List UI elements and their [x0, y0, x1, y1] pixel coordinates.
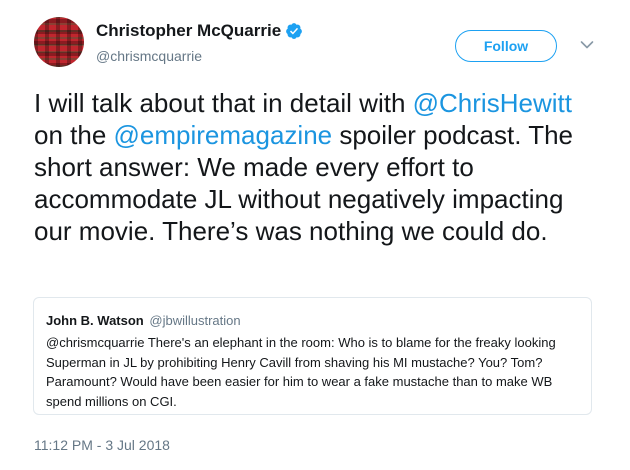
mention-link[interactable]: @empiremagazine	[114, 120, 333, 150]
quoted-tweet-header: John B. Watson @jbwillustration	[46, 312, 579, 330]
quoted-author-name: John B. Watson	[46, 313, 144, 328]
tweet-text: I will talk about that in detail with @C…	[34, 87, 604, 247]
quoted-tweet[interactable]: John B. Watson @jbwillustration @chrismc…	[33, 297, 592, 415]
mention-link[interactable]: @ChrisHewitt	[413, 88, 572, 118]
author-name[interactable]: Christopher McQuarrie	[96, 21, 281, 41]
verified-badge-icon	[286, 23, 303, 39]
quoted-author-handle: @jbwillustration	[149, 313, 241, 328]
avatar[interactable]	[34, 17, 84, 67]
follow-button[interactable]: Follow	[455, 30, 557, 62]
author-handle[interactable]: @chrismcquarrie	[96, 48, 202, 64]
tweet-text-segment: on the	[34, 120, 114, 150]
tweet-card: Christopher McQuarrie @chrismcquarrie Fo…	[0, 0, 630, 470]
tweet-text-segment: I will talk about that in detail with	[34, 88, 413, 118]
tweet-timestamp[interactable]: 11:12 PM - 3 Jul 2018	[34, 437, 170, 453]
quoted-tweet-text: @chrismcquarrie There's an elephant in t…	[46, 335, 556, 409]
chevron-down-icon[interactable]	[580, 40, 594, 50]
author-name-row[interactable]: Christopher McQuarrie	[96, 21, 303, 41]
